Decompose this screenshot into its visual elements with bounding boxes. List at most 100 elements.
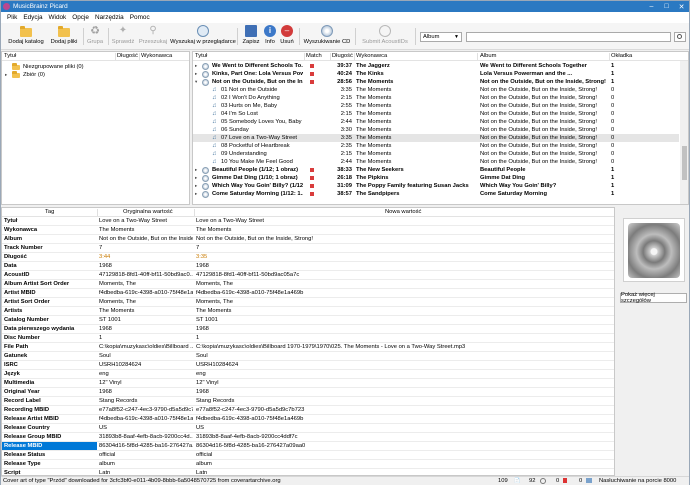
col-artist[interactable]: Wykonawca [356,53,387,59]
cover-art-box[interactable] [623,218,685,282]
menu-file[interactable]: Plik [7,14,17,21]
scan-button[interactable]: ✦ Sprawdź [111,24,135,49]
metadata-row[interactable]: Release Type album album [2,460,614,469]
metadata-row[interactable]: Data pierwszego wydania 1968 1968 [2,325,614,334]
original-value: Moments, The [99,281,136,287]
col-new-value[interactable]: Nowa wartość [385,209,421,215]
metadata-row[interactable]: File Path C:\kopia\muzykasc\oldies\Billbo… [2,343,614,352]
album-row[interactable]: ▾ Not on the Outside, But on the In... 28:… [193,78,679,86]
metadata-row[interactable]: Original Year 1968 1968 [2,388,614,397]
col-original-value[interactable]: Oryginalna wartość [123,209,173,215]
col-artist[interactable]: Wykonawca [141,53,172,59]
minimize-icon[interactable]: – [644,1,659,12]
menu-edit[interactable]: Edycja [23,14,42,21]
metadata-row[interactable]: Track Number 7 7 [2,244,614,253]
metadata-row[interactable]: Record Label Stang Records Stang Records [2,397,614,406]
metadata-row[interactable]: Release MBID 86304d16-5f8d-4285-ba16-2764… [2,442,614,451]
expand-arrow-icon[interactable]: ▸ [195,190,197,198]
track-row[interactable]: ♫ 09 Understanding 2:15 The Moments Not on t… [193,150,679,158]
albums-scrollbar[interactable] [680,61,688,204]
metadata-row[interactable]: Album Not on the Outside, But on the Insi… [2,235,614,244]
lookup-button[interactable]: ⚲ Przeszukaj [137,24,169,49]
metadata-row[interactable]: Multimedia 12" Vinyl 12" Vinyl [2,379,614,388]
metadata-row[interactable]: Data 1968 1968 [2,262,614,271]
metadata-row[interactable]: Catalog Number ST 1001 ST 1001 [2,316,614,325]
browser-lookup-button[interactable]: Wyszukaj w przeglądarce [170,24,236,49]
music-note-icon: ♫ [212,87,217,93]
album-row[interactable]: ▸ Gimme Dat Ding (1/10; 1 obraz) 26:18 The … [193,174,679,182]
close-icon[interactable]: ✕ [674,1,689,12]
expand-arrow-icon[interactable]: ▸ [195,174,197,182]
album-row[interactable]: ▸ Kinks, Part One: Lola Versus Powe... 40:… [193,70,679,78]
search-button[interactable] [674,32,686,42]
album-row[interactable]: ▸ We Went to Different Schools To... 39:37… [193,62,679,70]
expand-arrow-icon[interactable]: ▸ [5,71,7,79]
metadata-row[interactable]: Język eng eng [2,370,614,379]
album-row[interactable]: ▸ Come Saturday Morning (1/12: 1... 38:57 T… [193,190,679,198]
tree-item-unclustered[interactable]: Niezgrupowane pliki (0) [2,63,189,71]
track-row[interactable]: ♫ 06 Sunday 3:30 The Moments Not on the Outs… [193,126,679,134]
track-row[interactable]: ♫ 05 Somebody Loves You, Baby 2:44 The Mome… [193,118,679,126]
col-tag[interactable]: Tag [45,209,54,215]
col-title[interactable]: Tytuł [195,53,207,59]
track-row[interactable]: ♫ 03 Hurts on Me, Baby 2:55 The Moments Not … [193,102,679,110]
scrollbar-thumb[interactable] [682,146,687,180]
add-files-button[interactable]: Dodaj pliki [48,24,80,49]
expand-arrow-icon[interactable]: ▸ [195,166,197,174]
metadata-row[interactable]: Release Artist MBID f4dbedba-619c-4398-a0… [2,415,614,424]
metadata-row[interactable]: Release Country US US [2,424,614,433]
metadata-row[interactable]: Script Latn Latn [2,469,614,475]
expand-arrow-icon[interactable]: ▸ [195,70,197,78]
search-type-select[interactable]: Album ▼ [420,32,462,42]
metadata-row[interactable]: Disc Number 1 1 [2,334,614,343]
track-row[interactable]: ♫ 10 You Make Me Feel Good 2:44 The Moments… [193,158,679,166]
metadata-row[interactable]: Gatunek Soul Soul [2,352,614,361]
metadata-row[interactable]: Artist MBID f4dbedba-619c-4398-a010-75f48… [2,289,614,298]
menu-tools[interactable]: Narzędzia [95,14,124,21]
metadata-row[interactable]: Recording MBID e77a8f52-c247-4ec3-9790-d5… [2,406,614,415]
add-folder-button[interactable]: Dodaj katalog [7,24,45,49]
maximize-icon[interactable]: □ [659,1,674,12]
metadata-row[interactable]: ISRC USRH10284624 USRH10284624 [2,361,614,370]
expand-arrow-icon[interactable]: ▾ [195,78,197,86]
track-row[interactable]: ♫ 01 Not on the Outside 3:35 The Moments Not… [193,86,679,94]
save-button[interactable]: Zapisz [241,24,261,49]
col-title[interactable]: Tytuł [4,53,16,59]
col-length[interactable]: Długość [332,53,353,59]
track-row[interactable]: ♫ 07 Love on a Two-Way Street 3:35 The Mome… [193,134,679,142]
metadata-row[interactable]: Release Group MBID 31893b8-8aaf-4efb-8acb… [2,433,614,442]
expand-arrow-icon[interactable]: ▸ [195,62,197,70]
original-value: USRH10284624 [99,362,142,368]
track-row[interactable]: ♫ 04 I'm So Lost 2:15 The Moments Not on the… [193,110,679,118]
show-more-details-button[interactable]: Pokaż więcej szczegółów [620,292,687,304]
track-row[interactable]: ♫ 08 Pocketful of Heartbreak 2:35 The Momen… [193,142,679,150]
menu-options[interactable]: Opcje [72,14,89,21]
metadata-row[interactable]: Długość 3:44 3:35 [2,253,614,262]
row-cover: 0 [611,95,615,101]
metadata-row[interactable]: Tytuł Love on a Two-Way Street Love on a T… [2,217,614,226]
search-input[interactable] [466,32,671,42]
col-length[interactable]: Długość [117,53,138,59]
track-row[interactable]: ♫ 02 I Won't Do Anything 2:15 The Moments No… [193,94,679,102]
info-button[interactable]: i Info [263,24,277,49]
metadata-row[interactable]: Release Status official official [2,451,614,460]
cd-lookup-button[interactable]: Wyszukiwanie CD [303,24,351,49]
original-value: album [99,461,115,467]
submit-acoustids-button[interactable]: Submit AcoustIDs [359,24,411,49]
col-cover[interactable]: Okładka [611,53,632,59]
tree-item-clusters[interactable]: ▸ Zbiór (0) [2,71,189,79]
album-row[interactable]: ▸ Which Way You Goin' Billy? (1/12:... 31:… [193,182,679,190]
expand-arrow-icon[interactable]: ▸ [195,182,197,190]
cluster-button[interactable]: ♻ Grupa [85,24,105,49]
metadata-row[interactable]: Artists The Moments The Moments [2,307,614,316]
metadata-row[interactable]: Wykonawca The Moments The Moments [2,226,614,235]
menu-help[interactable]: Pomoc [130,14,150,21]
album-row[interactable]: ▸ Beautiful People (1/12; 1 obraz) 38:33 Th… [193,166,679,174]
metadata-row[interactable]: Album Artist Sort Order Moments, The Momen… [2,280,614,289]
remove-button[interactable]: – Usuń [279,24,295,49]
metadata-row[interactable]: AcoustID 47129818-8fd1-40ff-bf11-50bd9ac0… [2,271,614,280]
menu-view[interactable]: Widok [49,14,67,21]
col-album[interactable]: Album [480,53,496,59]
metadata-row[interactable]: Artist Sort Order Moments, The Moments, Th… [2,298,614,307]
col-match[interactable]: Match [306,53,322,59]
